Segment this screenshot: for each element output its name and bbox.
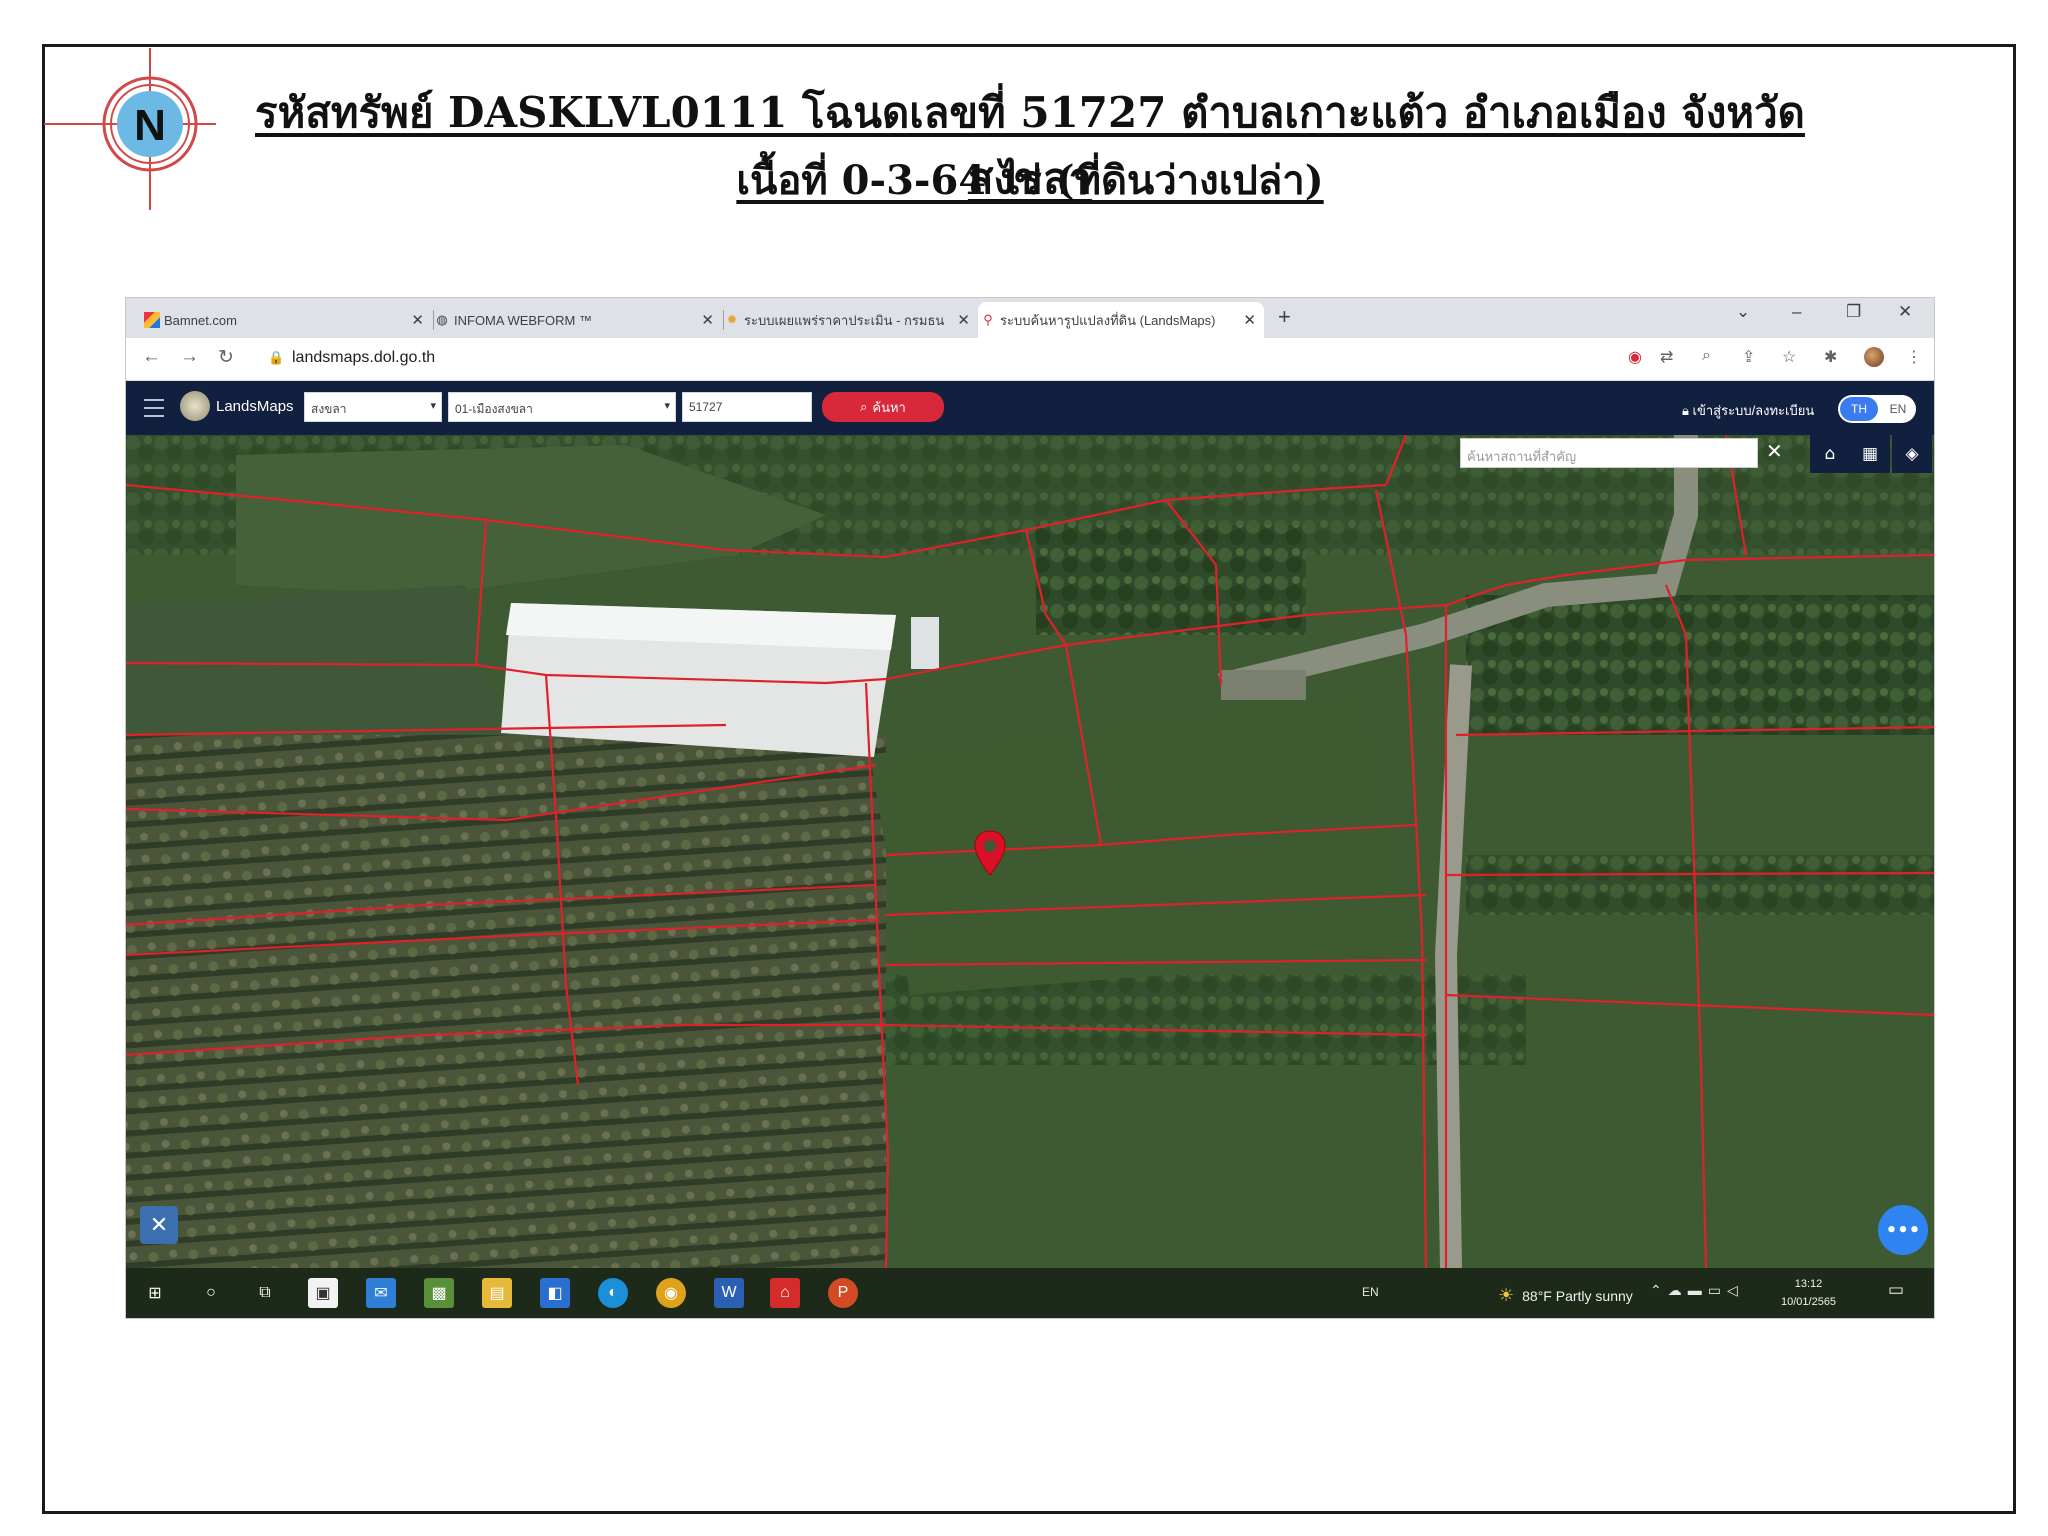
treasury-favicon-icon: ✹: [726, 312, 738, 327]
app-icon[interactable]: ▩: [424, 1278, 454, 1308]
hamburger-menu-icon[interactable]: [144, 399, 164, 417]
lang-th-button[interactable]: TH: [1840, 397, 1878, 421]
tab-strip: Bamnet.com ✕ ◍ INFOMA WEBFORM ™ ✕ ✹ ระบบ…: [126, 298, 1934, 338]
location-pin-icon[interactable]: [972, 829, 1008, 877]
cortana-icon[interactable]: ○: [196, 1278, 226, 1308]
address-bar: ← → ↻ 🔒 landsmaps.dol.go.th ◉ ⇄ ⌕ ⇪ ☆ ✱ …: [126, 338, 1934, 381]
system-tray-icons[interactable]: ⌃☁▬▭◁: [1650, 1282, 1744, 1299]
search-icon: ⌕: [860, 399, 868, 414]
windows-start-icon[interactable]: ⊞: [140, 1278, 170, 1308]
tab-bamnet[interactable]: Bamnet.com ✕: [142, 302, 434, 338]
home-icon[interactable]: ⌂: [1810, 435, 1850, 473]
close-icon[interactable]: ✕: [1243, 311, 1256, 329]
grid-icon[interactable]: ▦: [1850, 435, 1890, 473]
location-icon[interactable]: ◉: [1628, 347, 1642, 367]
home-app-icon[interactable]: ⌂: [770, 1278, 800, 1308]
tab-landsmaps[interactable]: ⚲ ระบบค้นหารูปแปลงที่ดิน (LandsMaps) ✕: [978, 302, 1264, 338]
app-toolbar: LandsMaps สงขลา ▾ 01-เมืองสงขลา ▾ 51727 …: [126, 381, 1934, 435]
district-select[interactable]: 01-เมืองสงขลา ▾: [448, 392, 676, 422]
document-subtitle: เนื้อที่ 0-3-64 ไร่ (ที่ดินว่างเปล่า): [736, 157, 1324, 204]
close-icon[interactable]: ✕: [411, 311, 424, 329]
taskbar-clock[interactable]: 13:12 10/01/2565: [1781, 1275, 1836, 1311]
chevron-down-icon: ▾: [430, 400, 436, 412]
windows-taskbar: ⊞ ○ ⧉ ▣ ✉ ▩ ▤ ◧ ◐ ◉ W ⌂ P EN ☀ 88°F Part…: [126, 1268, 1934, 1318]
restore-icon[interactable]: ❐: [1846, 302, 1861, 322]
share-icon[interactable]: ⇪: [1742, 347, 1755, 367]
globe-icon: ◍: [436, 312, 448, 327]
landsmaps-logo: [180, 391, 210, 421]
tab-treasury[interactable]: ✹ ระบบเผยแพร่ราคาประเมิน - กรมธนารักษ์ ✕: [722, 302, 978, 338]
url-text[interactable]: landsmaps.dol.go.th: [292, 349, 435, 367]
forward-icon[interactable]: →: [180, 346, 199, 368]
lock-icon: 🔒: [268, 350, 285, 365]
outlook-icon[interactable]: ◧: [540, 1278, 570, 1308]
chrome-icon[interactable]: ◉: [656, 1278, 686, 1308]
translate-icon[interactable]: ⇄: [1660, 347, 1673, 367]
bamnet-favicon-icon: [144, 312, 160, 328]
mail-icon[interactable]: ✉: [366, 1278, 396, 1308]
lang-en-button[interactable]: EN: [1882, 397, 1914, 421]
chat-bubble-icon[interactable]: •••: [1878, 1205, 1928, 1255]
lock-icon: 🔒︎: [1682, 403, 1693, 418]
close-icon[interactable]: ✕: [701, 311, 714, 329]
satellite-map[interactable]: ค้นหาสถานที่สำคัญ ✕ ⌂ ▦ ◈ ✕ •••: [126, 435, 1934, 1268]
profile-avatar[interactable]: [1864, 347, 1884, 367]
edge-icon[interactable]: ◐: [598, 1278, 628, 1308]
new-tab-button[interactable]: +: [1278, 304, 1291, 330]
map-pin-favicon-icon: ⚲: [983, 312, 993, 327]
notification-icon[interactable]: ▭: [1888, 1280, 1904, 1300]
extensions-icon[interactable]: ✱: [1824, 347, 1837, 367]
bookmark-star-icon[interactable]: ☆: [1782, 347, 1796, 367]
compass-letter: N: [134, 101, 166, 150]
tools-icon[interactable]: ✕: [140, 1206, 178, 1244]
search-button[interactable]: ⌕ ค้นหา: [822, 392, 944, 422]
tab-infoma[interactable]: ◍ INFOMA WEBFORM ™ ✕: [432, 302, 724, 338]
partly-sunny-icon: ☀: [1498, 1285, 1515, 1305]
parcel-number-input[interactable]: 51727: [682, 392, 812, 422]
store-icon[interactable]: ▣: [308, 1278, 338, 1308]
window-close-icon[interactable]: ✕: [1898, 302, 1912, 322]
screenshot: Bamnet.com ✕ ◍ INFOMA WEBFORM ™ ✕ ✹ ระบบ…: [126, 298, 1934, 1318]
word-icon[interactable]: W: [714, 1278, 744, 1308]
login-link[interactable]: 🔒︎ เข้าสู่ระบบ/ลงทะเบียน: [1682, 400, 1814, 421]
zoom-icon[interactable]: ⌕: [1702, 347, 1711, 365]
tab-search-icon[interactable]: ⌄: [1736, 302, 1750, 322]
back-icon[interactable]: ←: [142, 346, 161, 368]
layers-icon[interactable]: ◈: [1892, 435, 1932, 473]
weather-widget[interactable]: ☀ 88°F Partly sunny: [1498, 1285, 1633, 1306]
satellite-imagery: [126, 435, 1934, 1268]
map-search-input[interactable]: ค้นหาสถานที่สำคัญ: [1460, 438, 1758, 468]
powerpoint-icon[interactable]: P: [828, 1278, 858, 1308]
province-select[interactable]: สงขลา ▾: [304, 392, 442, 422]
clear-search-icon[interactable]: ✕: [1766, 439, 1783, 463]
minimize-icon[interactable]: –: [1792, 302, 1801, 322]
language-toggle: TH EN: [1838, 395, 1916, 423]
input-language[interactable]: EN: [1362, 1285, 1379, 1299]
chevron-down-icon: ▾: [664, 400, 670, 412]
task-view-icon[interactable]: ⧉: [250, 1278, 280, 1308]
menu-dots-icon[interactable]: ⋮: [1906, 347, 1922, 367]
close-icon[interactable]: ✕: [957, 311, 970, 329]
compass-icon: N: [44, 48, 216, 210]
reload-icon[interactable]: ↻: [218, 346, 234, 369]
file-explorer-icon[interactable]: ▤: [482, 1278, 512, 1308]
app-name: LandsMaps: [216, 398, 294, 415]
